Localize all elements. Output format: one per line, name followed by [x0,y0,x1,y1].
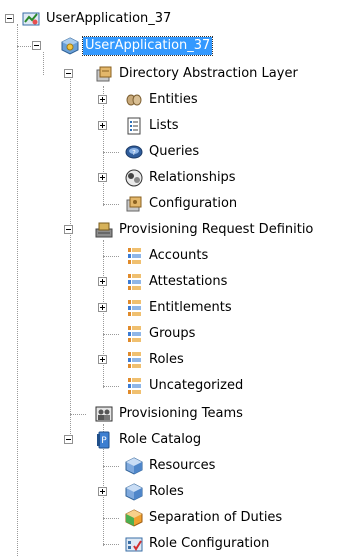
tree-connector [103,152,119,153]
tree-connector [43,52,44,75]
svg-text:?: ? [132,149,136,157]
tree-item-accounts[interactable]: Accounts [125,245,210,267]
tree-item-label: Resources [149,458,216,473]
tree-item-label: Uncategorized [149,378,244,393]
tree-connector [103,256,119,257]
tree-item-lists[interactable]: Lists [125,115,181,137]
tree-item-label: Entities [149,92,198,107]
provisioning-teams-icon [95,405,113,423]
tree-item-label: Provisioning Teams [119,406,243,421]
role-configuration-icon [125,535,143,553]
tree-item-configuration[interactable]: Configuration [125,193,239,215]
tree-connector [103,204,119,205]
expand-toggle-role-catalog[interactable] [64,435,73,444]
tree-item-label: Relationships [149,170,236,185]
expand-toggle-relationships[interactable] [98,173,107,182]
tree-item-separation-of-duties[interactable]: Separation of Duties [125,507,284,529]
tree-connector [103,386,119,387]
tree-item-label: Role Configuration [149,536,270,551]
tree-item-attestations[interactable]: Attestations [125,271,229,293]
category-list-icon [125,325,143,343]
tree-item-provisioning-request-definitions[interactable]: Provisioning Request Definitio [95,219,315,241]
expand-toggle-dal[interactable] [64,69,73,78]
category-list-icon [125,299,143,317]
entities-icon [125,91,143,109]
tree-item-entities[interactable]: Entities [125,89,200,111]
tree-item-label: Entitlements [149,300,232,315]
category-list-icon [125,273,143,291]
tree-connector [103,240,104,388]
category-list-icon [125,351,143,369]
svg-text:P: P [101,436,107,446]
expand-toggle-root[interactable] [5,14,14,23]
roles-cube-icon [125,483,143,501]
expand-toggle-entitlements[interactable] [98,303,107,312]
expand-toggle-entities[interactable] [98,95,107,104]
tree-connector [17,24,18,556]
tree-item-groups[interactable]: Groups [125,323,197,345]
tree-item-label: Groups [149,326,196,341]
tree-item-label: Configuration [149,196,238,211]
tree-item-catalog-roles[interactable]: Roles [125,481,186,503]
project-tree[interactable]: UserApplication_37 UserApplication_37 Di… [0,0,342,556]
expand-toggle-prd[interactable] [64,225,73,234]
directory-layer-icon [95,65,113,83]
tree-item-uncategorized[interactable]: Uncategorized [125,375,245,397]
expand-toggle-lists[interactable] [98,121,107,130]
tree-item-label: Provisioning Request Definitio [119,222,314,237]
tree-item-label: UserApplication_37 [81,36,214,56]
tree-item-label: Role Catalog [119,432,202,447]
expand-toggle-app[interactable] [32,41,41,50]
tree-connector [103,86,104,206]
tree-connector [103,466,119,467]
lists-icon [125,117,143,135]
tree-connector [103,518,119,519]
category-list-icon [125,377,143,395]
tree-connector [103,544,119,545]
tree-connector [103,334,119,335]
tree-item-label: Accounts [149,248,209,263]
configuration-icon [125,195,143,213]
tree-item-resources[interactable]: Resources [125,455,217,477]
provisioning-request-icon [95,221,113,239]
expand-toggle-attestations[interactable] [98,277,107,286]
separation-of-duties-icon [125,509,143,527]
tree-item-entitlements[interactable]: Entitlements [125,297,234,319]
tree-item-label: Roles [149,484,184,499]
tree-item-role-catalog[interactable]: P Role Catalog [95,429,203,451]
user-application-icon [22,10,40,28]
tree-item-role-configuration[interactable]: Role Configuration [125,533,271,555]
tree-item-queries[interactable]: ? Queries [125,141,201,163]
tree-item-label: Roles [149,352,184,367]
tree-item-label: Lists [149,118,179,133]
queries-icon: ? [125,143,143,161]
tree-item-prd-roles[interactable]: Roles [125,349,186,371]
tree-item-directory-abstraction-layer[interactable]: Directory Abstraction Layer [95,63,300,85]
tree-connector [70,414,86,415]
expand-toggle-catalog-roles[interactable] [98,487,107,496]
relationships-icon [125,169,143,187]
tree-item-label: Queries [149,144,200,159]
tree-item-label: Separation of Duties [149,510,283,525]
application-cube-icon [61,37,79,55]
tree-item-label: UserApplication_37 [46,11,172,26]
tree-connector [70,79,71,414]
expand-toggle-prd-roles[interactable] [98,355,107,364]
tree-item-app[interactable]: UserApplication_37 [61,35,214,57]
tree-item-root[interactable]: UserApplication_37 [22,8,173,30]
category-list-icon [125,247,143,265]
tree-item-label: Directory Abstraction Layer [119,66,298,81]
role-catalog-icon: P [95,431,113,449]
tree-item-label: Attestations [149,274,228,289]
tree-item-relationships[interactable]: Relationships [125,167,238,189]
resources-cube-icon [125,457,143,475]
tree-item-provisioning-teams[interactable]: Provisioning Teams [95,403,245,425]
